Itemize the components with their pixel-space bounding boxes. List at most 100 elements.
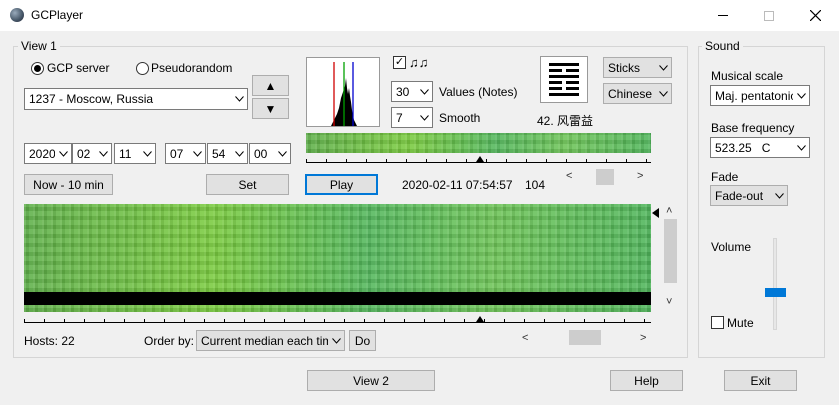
order-by-label: Order by: bbox=[144, 334, 195, 348]
volume-slider-thumb[interactable] bbox=[765, 287, 786, 297]
top-scroll-thumb[interactable] bbox=[596, 169, 614, 185]
bottom-scroll-thumb[interactable] bbox=[569, 330, 601, 345]
month-value: 02 bbox=[77, 146, 91, 161]
vscroll-up-icon[interactable]: ˄ bbox=[666, 205, 672, 217]
values-label: Values (Notes) bbox=[439, 85, 518, 99]
vscroll-down-icon[interactable]: ˅ bbox=[666, 296, 672, 308]
histogram bbox=[306, 57, 380, 127]
current-time: 2020-02-11 07:54:57 bbox=[402, 178, 513, 192]
move-up-button[interactable]: ▲ bbox=[252, 75, 289, 96]
down-arrow-icon: ▼ bbox=[264, 101, 277, 116]
bottom-scroll-left[interactable]: < bbox=[522, 332, 528, 344]
top-position-marker[interactable] bbox=[476, 156, 484, 162]
second-select[interactable]: 00 bbox=[249, 143, 291, 164]
minute-select[interactable]: 54 bbox=[207, 143, 248, 164]
bottom-position-marker[interactable] bbox=[476, 316, 484, 322]
sample-count: 104 bbox=[525, 178, 546, 192]
close-icon bbox=[809, 10, 821, 21]
main-heatmap-bottom bbox=[24, 305, 651, 312]
values-select[interactable]: 30 bbox=[391, 81, 433, 102]
up-arrow-icon: ▲ bbox=[264, 78, 277, 93]
hour-value: 07 bbox=[170, 146, 184, 161]
pseudorandom-radio[interactable] bbox=[136, 62, 149, 75]
sound-group-label: Sound bbox=[702, 39, 743, 53]
smooth-value: 7 bbox=[396, 110, 403, 125]
smooth-label: Smooth bbox=[439, 111, 481, 125]
chevron-down-icon bbox=[793, 92, 809, 99]
base-frequency-select[interactable]: 523.25 C bbox=[710, 137, 810, 158]
main-heatmap bbox=[24, 204, 651, 292]
order-by-select[interactable]: Current median each time bbox=[196, 330, 345, 351]
chevron-down-icon bbox=[771, 192, 787, 199]
display-mode-select[interactable]: Sticks bbox=[603, 57, 672, 78]
minimize-icon bbox=[718, 14, 728, 16]
month-select[interactable]: 02 bbox=[72, 143, 112, 164]
top-scroll-left[interactable]: < bbox=[566, 170, 572, 182]
top-scroll-right[interactable]: > bbox=[637, 170, 643, 182]
minute-value: 54 bbox=[212, 146, 226, 161]
chevron-down-icon bbox=[139, 150, 155, 157]
histogram-chart bbox=[331, 62, 357, 126]
now-minus-10-button[interactable]: Now - 10 min bbox=[24, 174, 113, 195]
set-button[interactable]: Set bbox=[206, 174, 289, 195]
mute-label: Mute bbox=[727, 316, 754, 330]
help-button[interactable]: Help bbox=[610, 370, 683, 391]
heatmap-empty-band bbox=[24, 292, 651, 305]
minimize-button[interactable] bbox=[700, 0, 746, 31]
smooth-select[interactable]: 7 bbox=[391, 107, 433, 128]
bottom-scroll-right[interactable]: > bbox=[640, 332, 646, 344]
chevron-down-icon bbox=[55, 150, 71, 157]
year-value: 2020 bbox=[29, 146, 55, 161]
fade-select[interactable]: Fade-out bbox=[710, 185, 788, 206]
day-select[interactable]: 11 bbox=[114, 143, 156, 164]
values-value: 30 bbox=[396, 84, 410, 99]
hexagram-icon bbox=[540, 56, 588, 103]
musical-scale-select[interactable]: Maj. pentatonic bbox=[710, 85, 810, 106]
fade-label: Fade bbox=[711, 170, 739, 184]
bottom-timeline-ruler bbox=[24, 315, 651, 323]
chevron-down-icon bbox=[231, 150, 247, 157]
location-value: 1237 - Moscow, Russia bbox=[29, 92, 154, 106]
musical-scale-value: Maj. pentatonic bbox=[715, 88, 793, 103]
second-value: 00 bbox=[254, 146, 268, 161]
mute-checkbox[interactable] bbox=[711, 316, 724, 329]
fade-value: Fade-out bbox=[715, 188, 764, 203]
display-mode-value: Sticks bbox=[608, 60, 641, 75]
location-select[interactable]: 1237 - Moscow, Russia bbox=[24, 88, 248, 110]
musical-scale-label: Musical scale bbox=[711, 69, 784, 83]
row-position-marker[interactable] bbox=[652, 208, 659, 218]
app-globe-icon bbox=[10, 8, 24, 22]
play-button[interactable]: Play bbox=[305, 174, 378, 195]
chevron-down-icon bbox=[189, 150, 205, 157]
maximize-button[interactable] bbox=[746, 0, 792, 31]
notes-checkbox[interactable]: ✓ bbox=[393, 56, 406, 69]
chevron-down-icon bbox=[416, 114, 432, 121]
vscroll-thumb[interactable] bbox=[664, 219, 677, 283]
play-button-label: Play bbox=[329, 177, 354, 192]
volume-slider-track[interactable] bbox=[773, 238, 777, 330]
chevron-down-icon bbox=[95, 150, 111, 157]
move-down-button[interactable]: ▼ bbox=[252, 98, 289, 119]
do-button-label: Do bbox=[354, 333, 371, 348]
chevron-down-icon bbox=[231, 96, 247, 102]
gcp-server-radio[interactable] bbox=[31, 62, 44, 75]
chevron-down-icon bbox=[274, 150, 290, 157]
base-frequency-label: Base frequency bbox=[711, 121, 795, 135]
do-button[interactable]: Do bbox=[349, 330, 376, 351]
language-select[interactable]: Chinese bbox=[603, 83, 672, 104]
gcp-server-label: GCP server bbox=[47, 61, 110, 75]
close-button[interactable] bbox=[792, 0, 838, 31]
window-title: GCPlayer bbox=[31, 8, 84, 22]
order-by-value: Current median each time bbox=[201, 333, 328, 348]
hour-select[interactable]: 07 bbox=[165, 143, 206, 164]
year-select[interactable]: 2020 bbox=[24, 143, 72, 164]
view2-button[interactable]: View 2 bbox=[307, 370, 435, 391]
chevron-down-icon bbox=[416, 88, 432, 95]
help-button-label: Help bbox=[634, 373, 659, 388]
day-value: 11 bbox=[119, 146, 132, 161]
chevron-down-icon bbox=[328, 337, 344, 344]
base-frequency-value: 523.25 C bbox=[715, 140, 771, 155]
view1-group-label: View 1 bbox=[18, 39, 60, 53]
view2-button-label: View 2 bbox=[353, 373, 389, 388]
exit-button[interactable]: Exit bbox=[724, 370, 797, 391]
